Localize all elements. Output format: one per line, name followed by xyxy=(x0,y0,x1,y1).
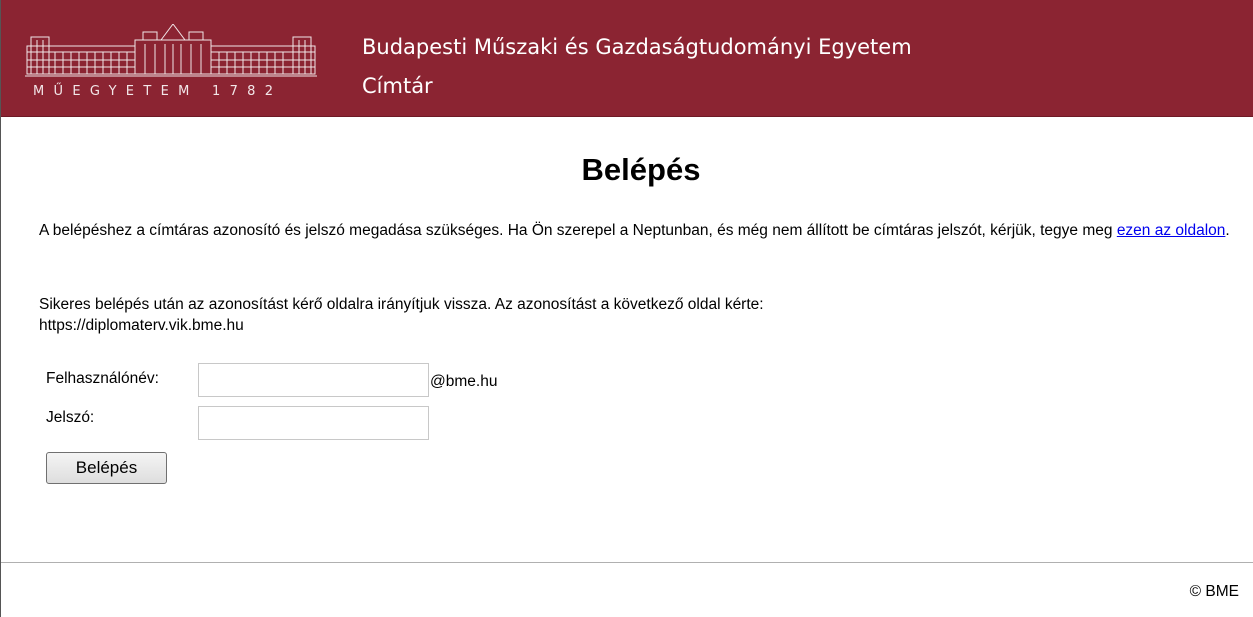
footer-divider xyxy=(1,562,1253,563)
header-banner: MŰEGYETEM 1782 Budapesti Műszaki és Gazd… xyxy=(1,0,1253,117)
requesting-site-url: https://diplomaterv.vik.bme.hu xyxy=(39,317,244,334)
copyright-text: © BME xyxy=(1189,583,1239,600)
institution-title: Budapesti Műszaki és Gazdaságtudományi E… xyxy=(362,35,912,59)
intro-text-end: . xyxy=(1225,222,1230,239)
username-label: Felhasználónév: xyxy=(46,370,159,387)
page-title: Belépés xyxy=(581,152,701,187)
logo-wordmark: MŰEGYETEM 1782 xyxy=(33,84,283,99)
institution-subtitle: Címtár xyxy=(362,74,433,98)
domain-suffix: @bme.hu xyxy=(430,373,498,390)
intro-paragraph: A belépéshez a címtáras azonosító és jel… xyxy=(39,220,1239,241)
bme-logo[interactable]: MŰEGYETEM 1782 xyxy=(23,24,323,112)
password-setup-link[interactable]: ezen az oldalon xyxy=(1117,222,1226,239)
page: MŰEGYETEM 1782 Budapesti Műszaki és Gazd… xyxy=(0,0,1253,617)
username-input[interactable] xyxy=(198,363,429,397)
redirect-paragraph: Sikeres belépés után az azonosítást kérő… xyxy=(39,294,1239,336)
login-button[interactable]: Belépés xyxy=(46,452,167,484)
password-label: Jelszó: xyxy=(46,409,95,426)
intro-text: A belépéshez a címtáras azonosító és jel… xyxy=(39,222,1117,239)
redirect-text: Sikeres belépés után az azonosítást kérő… xyxy=(39,296,764,313)
password-input[interactable] xyxy=(198,406,429,440)
